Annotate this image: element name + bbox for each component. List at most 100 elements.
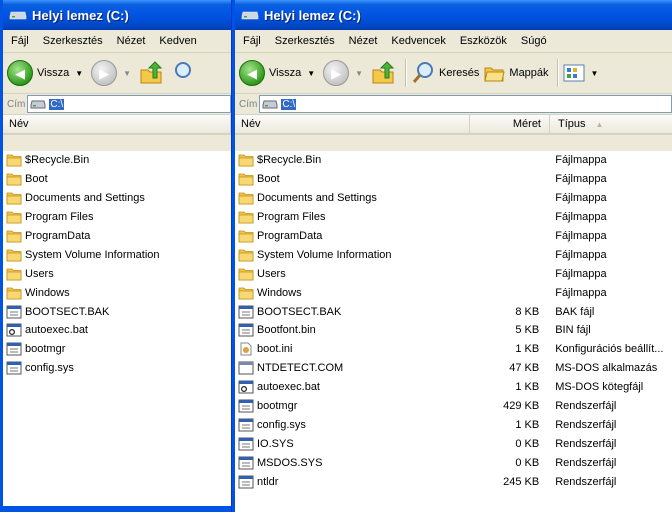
- up-folder-button[interactable]: [371, 57, 397, 89]
- system-file-icon: [6, 361, 22, 375]
- file-row[interactable]: System Volume Information Fájlmappa: [235, 245, 672, 264]
- file-row[interactable]: NTDETECT.COM 47 KB MS-DOS alkalmazás: [235, 359, 672, 378]
- hard-drive-icon: [262, 100, 278, 109]
- file-name: autoexec.bat: [25, 324, 88, 337]
- file-row[interactable]: Bootfont.bin 5 KB BIN fájl: [235, 321, 672, 340]
- search-label: Keresés: [439, 67, 480, 79]
- folders-button[interactable]: Mappák: [483, 57, 549, 89]
- menu-edit[interactable]: Szerkesztés: [35, 35, 109, 47]
- file-name: Documents and Settings: [257, 192, 377, 205]
- file-row[interactable]: config.sys: [3, 359, 231, 378]
- address-input[interactable]: C:\: [27, 95, 231, 113]
- column-header-size[interactable]: Méret: [470, 115, 550, 133]
- views-button[interactable]: ▼: [563, 57, 603, 89]
- file-row[interactable]: autoexec.bat: [3, 321, 231, 340]
- chevron-down-icon[interactable]: ▼: [591, 69, 599, 78]
- menu-favorites[interactable]: Kedvencek: [383, 35, 451, 47]
- forward-button[interactable]: ▶ ▼: [91, 57, 135, 89]
- file-name: Boot: [25, 173, 48, 186]
- address-input[interactable]: C:\: [259, 95, 672, 113]
- forward-button[interactable]: ▶ ▼: [323, 57, 367, 89]
- file-type: Konfigurációs beállít...: [555, 343, 664, 356]
- back-button[interactable]: ◀ Vissza ▼: [7, 57, 87, 89]
- file-row[interactable]: ProgramData: [3, 227, 231, 246]
- chevron-down-icon[interactable]: ▼: [307, 69, 315, 78]
- folder-icon: [238, 286, 254, 300]
- system-file-icon: [238, 456, 254, 470]
- hard-drive-icon: [241, 10, 259, 20]
- file-size: 245 KB: [503, 475, 540, 488]
- chevron-down-icon[interactable]: ▼: [355, 69, 363, 78]
- menu-view[interactable]: Nézet: [109, 35, 152, 47]
- title-bar[interactable]: Helyi lemez (C:): [3, 0, 231, 30]
- file-row[interactable]: Documents and Settings: [3, 189, 231, 208]
- file-row[interactable]: Users Fájlmappa: [235, 264, 672, 283]
- file-name: boot.ini: [257, 343, 293, 356]
- file-name-cell: Documents and Settings: [3, 191, 231, 205]
- chevron-down-icon[interactable]: ▼: [75, 69, 83, 78]
- column-header-type[interactable]: Típus ▲: [550, 115, 672, 133]
- file-row[interactable]: ProgramData Fájlmappa: [235, 227, 672, 246]
- back-button[interactable]: ◀ Vissza ▼: [239, 57, 319, 89]
- config-file-icon: [238, 342, 254, 356]
- file-row[interactable]: MSDOS.SYS 0 KB Rendszerfájl: [235, 453, 672, 472]
- file-row[interactable]: bootmgr 429 KB Rendszerfájl: [235, 397, 672, 416]
- file-name-cell: Boot: [235, 172, 469, 186]
- batch-file-icon: [238, 380, 254, 394]
- file-type: Rendszerfájl: [555, 475, 617, 488]
- file-name: Program Files: [25, 211, 94, 224]
- file-name-cell: $Recycle.Bin: [3, 153, 231, 167]
- folder-icon: [238, 172, 254, 186]
- file-row[interactable]: Users: [3, 264, 231, 283]
- file-row[interactable]: bootmgr: [3, 340, 231, 359]
- file-row[interactable]: autoexec.bat 1 KB MS-DOS kötegfájl: [235, 378, 672, 397]
- file-row[interactable]: IO.SYS 0 KB Rendszerfájl: [235, 434, 672, 453]
- file-name: Users: [257, 267, 286, 280]
- menu-edit[interactable]: Szerkesztés: [267, 35, 341, 47]
- forward-arrow-icon: ▶: [323, 60, 350, 86]
- views-icon: [563, 64, 585, 82]
- file-name: bootmgr: [257, 400, 298, 413]
- file-row[interactable]: boot.ini 1 KB Konfigurációs beállít...: [235, 340, 672, 359]
- file-row[interactable]: $Recycle.Bin Fájlmappa: [235, 151, 672, 170]
- file-row[interactable]: config.sys 1 KB Rendszerfájl: [235, 415, 672, 434]
- menu-file[interactable]: Fájl: [3, 35, 35, 47]
- file-name-cell: bootmgr: [3, 342, 231, 356]
- file-name-cell: bootmgr: [235, 399, 469, 413]
- folder-icon: [6, 267, 22, 281]
- file-name: MSDOS.SYS: [257, 456, 323, 469]
- up-folder-button[interactable]: [139, 57, 165, 89]
- folder-icon: [6, 248, 22, 262]
- file-row[interactable]: Program Files Fájlmappa: [235, 208, 672, 227]
- search-button[interactable]: Keresés: [411, 57, 479, 89]
- search-button[interactable]: [169, 57, 192, 89]
- file-name: Bootfont.bin: [257, 324, 316, 337]
- file-type: Fájlmappa: [555, 192, 607, 205]
- file-name-cell: IO.SYS: [235, 437, 469, 451]
- file-row[interactable]: Program Files: [3, 208, 231, 227]
- file-row[interactable]: BOOTSECT.BAK: [3, 302, 231, 321]
- file-row[interactable]: System Volume Information: [3, 245, 231, 264]
- folders-icon: [484, 67, 506, 82]
- file-name-cell: ProgramData: [235, 229, 469, 243]
- file-row[interactable]: Boot: [3, 170, 231, 189]
- file-row[interactable]: ntldr 245 KB Rendszerfájl: [235, 472, 672, 491]
- column-header-name[interactable]: Név: [235, 115, 470, 133]
- file-row[interactable]: Boot Fájlmappa: [235, 170, 672, 189]
- chevron-down-icon[interactable]: ▼: [123, 69, 131, 78]
- title-bar[interactable]: Helyi lemez (C:): [235, 0, 672, 30]
- menu-view[interactable]: Nézet: [341, 35, 384, 47]
- menu-favorites[interactable]: Kedven: [151, 35, 202, 47]
- file-row[interactable]: Documents and Settings Fájlmappa: [235, 189, 672, 208]
- file-size: 0 KB: [515, 437, 540, 450]
- file-row[interactable]: BOOTSECT.BAK 8 KB BAK fájl: [235, 302, 672, 321]
- column-header-name[interactable]: Név: [3, 115, 231, 133]
- menu-file[interactable]: Fájl: [235, 35, 267, 47]
- menu-help[interactable]: Súgó: [513, 35, 553, 47]
- file-name-cell: BOOTSECT.BAK: [3, 305, 231, 319]
- folder-icon: [6, 210, 22, 224]
- file-row[interactable]: Windows: [3, 283, 231, 302]
- file-row[interactable]: $Recycle.Bin: [3, 151, 231, 170]
- file-row[interactable]: Windows Fájlmappa: [235, 283, 672, 302]
- menu-tools[interactable]: Eszközök: [452, 35, 513, 47]
